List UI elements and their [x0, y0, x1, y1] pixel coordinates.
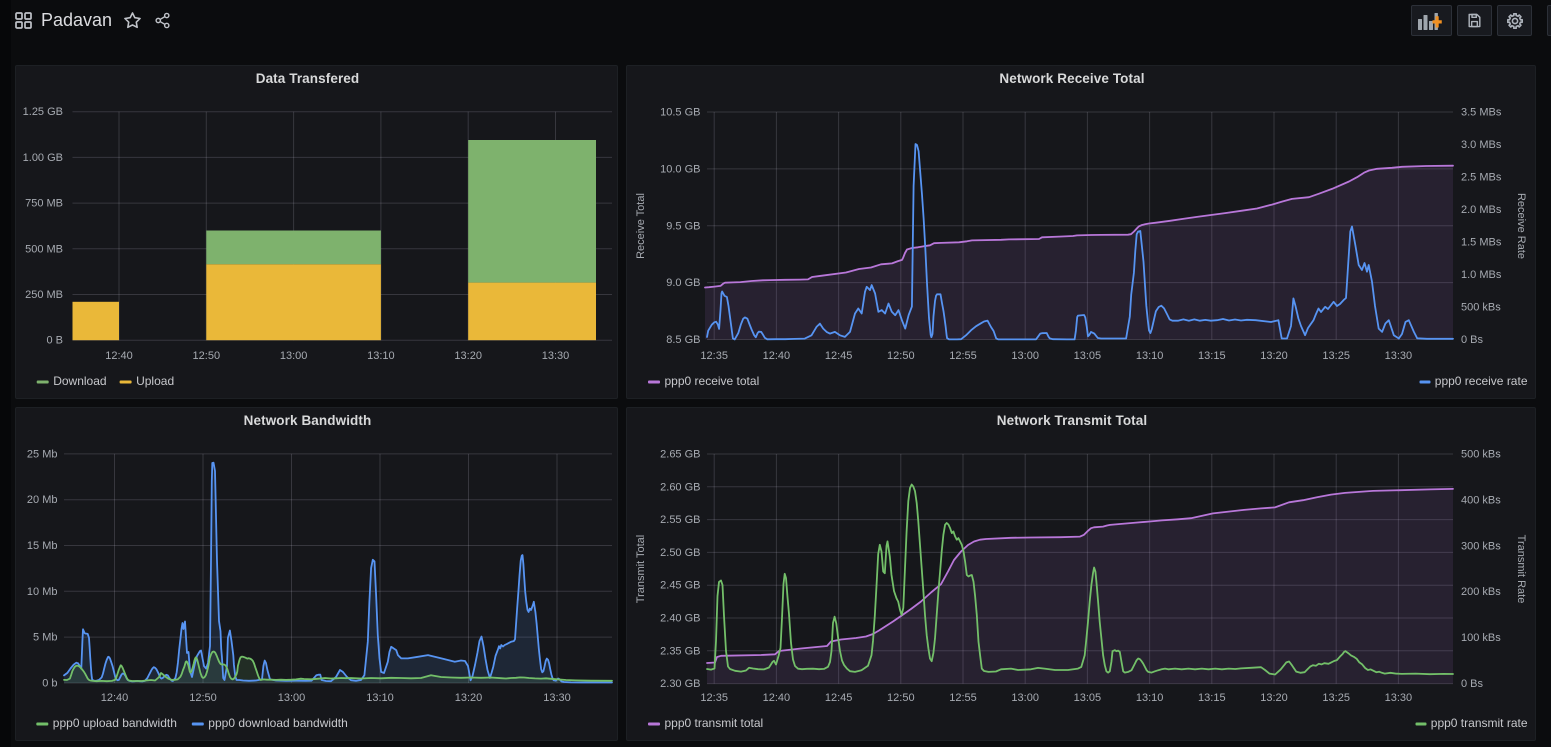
svg-text:ppp0 transmit total: ppp0 transmit total	[665, 716, 764, 730]
svg-text:13:15: 13:15	[1198, 692, 1226, 704]
svg-text:200 kBs: 200 kBs	[1461, 586, 1501, 598]
svg-text:500 kBs: 500 kBs	[1461, 449, 1501, 461]
svg-text:13:00: 13:00	[278, 692, 306, 704]
svg-text:750 MB: 750 MB	[25, 198, 63, 210]
svg-text:12:50: 12:50	[189, 692, 217, 704]
svg-text:2.0 MBs: 2.0 MBs	[1461, 204, 1502, 216]
svg-text:20 Mb: 20 Mb	[27, 494, 58, 506]
svg-text:12:55: 12:55	[949, 350, 977, 362]
svg-text:ppp0 transmit rate: ppp0 transmit rate	[1431, 716, 1528, 730]
svg-text:Transmit Total: Transmit Total	[635, 535, 647, 603]
svg-text:13:00: 13:00	[1011, 692, 1039, 704]
svg-text:13:30: 13:30	[543, 692, 571, 704]
svg-text:13:20: 13:20	[454, 350, 482, 362]
svg-text:3.5 MBs: 3.5 MBs	[1461, 107, 1502, 119]
svg-text:13:00: 13:00	[280, 350, 308, 362]
svg-text:8.5 GB: 8.5 GB	[666, 334, 700, 346]
svg-text:13:10: 13:10	[1136, 692, 1164, 704]
svg-text:Transmit Rate: Transmit Rate	[1515, 535, 1527, 604]
svg-text:ppp0 download bandwidth: ppp0 download bandwidth	[208, 716, 347, 730]
svg-text:ppp0 receive rate: ppp0 receive rate	[1435, 374, 1528, 388]
svg-text:9.0 GB: 9.0 GB	[666, 277, 700, 289]
svg-text:Download: Download	[53, 374, 106, 388]
svg-text:12:50: 12:50	[887, 350, 915, 362]
svg-text:13:05: 13:05	[1074, 692, 1102, 704]
svg-text:13:20: 13:20	[1260, 692, 1288, 704]
svg-text:10.5 GB: 10.5 GB	[660, 107, 700, 119]
svg-text:13:20: 13:20	[455, 692, 483, 704]
svg-text:3.0 MBs: 3.0 MBs	[1461, 139, 1502, 151]
svg-text:Upload: Upload	[136, 374, 174, 388]
svg-text:ppp0 upload bandwidth: ppp0 upload bandwidth	[53, 716, 177, 730]
svg-text:2.45 GB: 2.45 GB	[660, 580, 700, 592]
svg-text:13:15: 13:15	[1198, 350, 1226, 362]
svg-text:13:10: 13:10	[366, 692, 394, 704]
svg-text:10.0 GB: 10.0 GB	[660, 163, 700, 175]
svg-text:2.5 MBs: 2.5 MBs	[1461, 172, 1502, 184]
svg-text:0 b: 0 b	[42, 678, 57, 690]
svg-text:13:05: 13:05	[1074, 350, 1102, 362]
svg-text:2.30 GB: 2.30 GB	[660, 678, 700, 690]
svg-text:12:40: 12:40	[101, 692, 129, 704]
svg-text:13:10: 13:10	[367, 350, 395, 362]
svg-text:0 Bs: 0 Bs	[1461, 678, 1484, 690]
svg-text:ppp0 receive total: ppp0 receive total	[665, 374, 760, 388]
svg-text:1.0 MBs: 1.0 MBs	[1461, 269, 1502, 281]
svg-text:0 B: 0 B	[46, 335, 63, 347]
svg-text:400 kBs: 400 kBs	[1461, 494, 1501, 506]
svg-text:12:55: 12:55	[949, 692, 977, 704]
svg-text:1.00 GB: 1.00 GB	[23, 152, 63, 164]
svg-text:13:25: 13:25	[1322, 692, 1350, 704]
svg-text:12:35: 12:35	[700, 350, 728, 362]
svg-text:12:35: 12:35	[700, 692, 728, 704]
svg-text:25 Mb: 25 Mb	[27, 448, 58, 460]
svg-text:2.35 GB: 2.35 GB	[660, 645, 700, 657]
svg-text:13:30: 13:30	[1385, 692, 1413, 704]
svg-text:13:00: 13:00	[1011, 350, 1039, 362]
svg-text:1.25 GB: 1.25 GB	[23, 106, 63, 118]
svg-text:13:20: 13:20	[1260, 350, 1288, 362]
svg-text:5 Mb: 5 Mb	[33, 632, 57, 644]
svg-text:13:10: 13:10	[1136, 350, 1164, 362]
svg-text:12:45: 12:45	[825, 350, 853, 362]
svg-text:1.5 MBs: 1.5 MBs	[1461, 237, 1502, 249]
svg-text:Receive Total: Receive Total	[635, 193, 647, 259]
svg-text:Receive Rate: Receive Rate	[1515, 193, 1527, 259]
svg-text:15 Mb: 15 Mb	[27, 540, 58, 552]
svg-text:12:50: 12:50	[887, 692, 915, 704]
svg-text:9.5 GB: 9.5 GB	[666, 220, 700, 232]
svg-text:0 Bs: 0 Bs	[1461, 334, 1484, 346]
svg-text:13:30: 13:30	[1385, 350, 1413, 362]
svg-text:12:40: 12:40	[763, 692, 791, 704]
svg-text:13:30: 13:30	[542, 350, 570, 362]
svg-text:300 kBs: 300 kBs	[1461, 540, 1501, 552]
svg-text:2.65 GB: 2.65 GB	[660, 449, 700, 461]
svg-text:2.40 GB: 2.40 GB	[660, 613, 700, 625]
svg-text:10 Mb: 10 Mb	[27, 586, 58, 598]
svg-text:100 kBs: 100 kBs	[1461, 632, 1501, 644]
svg-text:12:40: 12:40	[763, 350, 791, 362]
svg-text:12:40: 12:40	[105, 350, 133, 362]
svg-text:12:45: 12:45	[825, 692, 853, 704]
svg-text:500 kBs: 500 kBs	[1461, 302, 1501, 314]
svg-text:12:50: 12:50	[193, 350, 221, 362]
svg-text:500 MB: 500 MB	[25, 243, 63, 255]
svg-text:13:25: 13:25	[1322, 350, 1350, 362]
svg-text:2.50 GB: 2.50 GB	[660, 547, 700, 559]
svg-text:250 MB: 250 MB	[25, 289, 63, 301]
svg-text:2.55 GB: 2.55 GB	[660, 514, 700, 526]
svg-text:2.60 GB: 2.60 GB	[660, 481, 700, 493]
